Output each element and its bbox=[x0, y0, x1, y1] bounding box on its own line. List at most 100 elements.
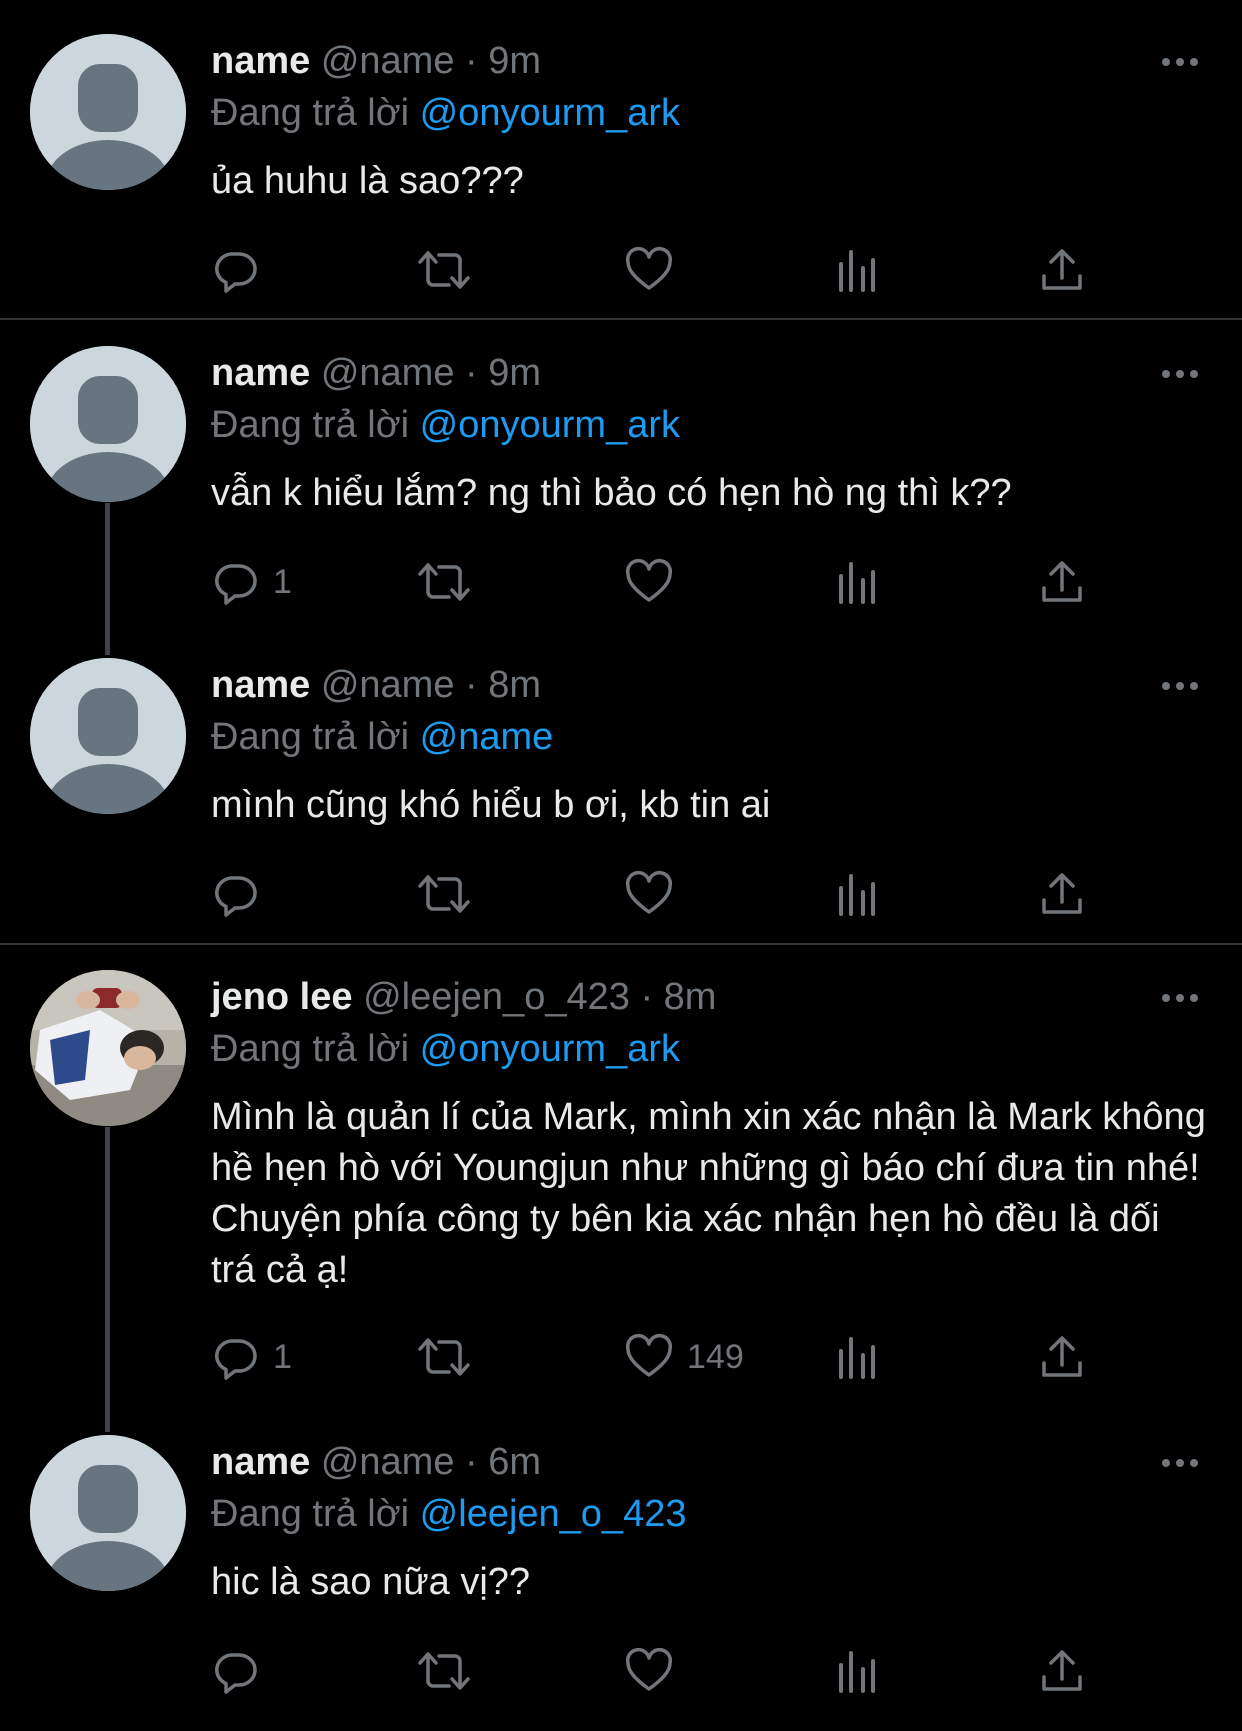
more-options-button[interactable] bbox=[1160, 1455, 1200, 1471]
reply-icon bbox=[215, 252, 257, 293]
retweet-icon bbox=[418, 1652, 470, 1690]
replying-to-label: Đang trả lời bbox=[211, 716, 410, 758]
like-count: 149 bbox=[687, 1337, 744, 1376]
handle[interactable]: @name bbox=[321, 352, 455, 394]
display-name[interactable]: name bbox=[211, 664, 310, 706]
heart-icon bbox=[625, 247, 673, 290]
reply-count: 1 bbox=[273, 562, 292, 601]
timestamp[interactable]: 9m bbox=[488, 40, 541, 82]
share-button[interactable] bbox=[1040, 1646, 1084, 1696]
timestamp[interactable]: 6m bbox=[488, 1441, 541, 1483]
reply-count: 1 bbox=[273, 1337, 292, 1376]
more-options-button[interactable] bbox=[1160, 366, 1200, 382]
analytics-button[interactable] bbox=[835, 869, 879, 919]
handle[interactable]: @leejen_o_423 bbox=[363, 976, 630, 1018]
tweet-divider bbox=[0, 943, 1242, 945]
tweet-text: Mình là quản lí của Mark, mình xin xác n… bbox=[211, 1096, 1206, 1291]
mention-link[interactable]: @leejen_o_423 bbox=[420, 1493, 687, 1535]
share-button[interactable] bbox=[1040, 557, 1084, 607]
reply-button[interactable] bbox=[211, 245, 273, 295]
heart-icon bbox=[625, 871, 673, 914]
like-button[interactable] bbox=[625, 869, 687, 919]
more-icon bbox=[1162, 682, 1198, 690]
avatar[interactable] bbox=[30, 34, 186, 190]
tweet[interactable]: name @name · 8m Đang trả lời @name mình … bbox=[0, 658, 1242, 928]
timestamp[interactable]: 8m bbox=[664, 976, 717, 1018]
avatar[interactable] bbox=[30, 970, 186, 1126]
separator-dot: · bbox=[465, 40, 478, 82]
retweet-button[interactable] bbox=[416, 1332, 486, 1382]
default-avatar-icon bbox=[30, 1435, 186, 1591]
tweet[interactable]: name @name · 9m Đang trả lời @onyourm_ar… bbox=[0, 34, 1242, 304]
display-name[interactable]: name bbox=[211, 1441, 310, 1483]
avatar[interactable] bbox=[30, 658, 186, 814]
more-icon bbox=[1162, 58, 1198, 66]
reply-button[interactable]: 1 bbox=[211, 557, 292, 607]
replying-to-label: Đang trả lời bbox=[211, 1028, 410, 1070]
more-options-button[interactable] bbox=[1160, 54, 1200, 70]
photo-avatar-icon bbox=[30, 970, 186, 1126]
retweet-icon bbox=[418, 563, 470, 601]
tweet[interactable]: name @name · 6m Đang trả lời @leejen_o_4… bbox=[0, 1435, 1242, 1705]
action-bar bbox=[211, 245, 1111, 295]
like-button[interactable] bbox=[625, 245, 687, 295]
reply-icon bbox=[215, 876, 257, 917]
timestamp[interactable]: 8m bbox=[488, 664, 541, 706]
display-name[interactable]: jeno lee bbox=[211, 976, 353, 1018]
analytics-icon bbox=[839, 1651, 875, 1693]
analytics-button[interactable] bbox=[835, 245, 879, 295]
separator-dot: · bbox=[465, 1441, 478, 1483]
reply-button[interactable] bbox=[211, 1646, 273, 1696]
action-bar: 1 149 bbox=[211, 1332, 1111, 1382]
retweet-button[interactable] bbox=[416, 245, 486, 295]
retweet-icon bbox=[418, 1338, 470, 1376]
reply-button[interactable] bbox=[211, 869, 273, 919]
avatar[interactable] bbox=[30, 346, 186, 502]
tweet[interactable]: name @name · 9m Đang trả lời @onyourm_ar… bbox=[0, 346, 1242, 616]
like-button[interactable] bbox=[625, 557, 687, 607]
tweet[interactable]: jeno lee @leejen_o_423 · 8m Đang trả lời… bbox=[0, 970, 1242, 1410]
tweet-text: mình cũng khó hiểu b ơi, kb tin ai bbox=[211, 784, 771, 826]
retweet-button[interactable] bbox=[416, 1646, 486, 1696]
tweet-header: name @name · 9m bbox=[211, 36, 541, 86]
mention-link[interactable]: @onyourm_ark bbox=[420, 404, 680, 446]
handle[interactable]: @name bbox=[321, 664, 455, 706]
handle[interactable]: @name bbox=[321, 1441, 455, 1483]
tweet-header: name @name · 8m bbox=[211, 660, 541, 710]
analytics-button[interactable] bbox=[835, 557, 879, 607]
replying-to-label: Đang trả lời bbox=[211, 1493, 410, 1535]
more-options-button[interactable] bbox=[1160, 990, 1200, 1006]
mention-link[interactable]: @name bbox=[420, 716, 554, 758]
analytics-button[interactable] bbox=[835, 1646, 879, 1696]
more-options-button[interactable] bbox=[1160, 678, 1200, 694]
more-icon bbox=[1162, 370, 1198, 378]
more-icon bbox=[1162, 1459, 1198, 1467]
share-icon bbox=[1042, 1336, 1082, 1377]
more-icon bbox=[1162, 994, 1198, 1002]
reply-icon bbox=[215, 1339, 257, 1380]
heart-icon bbox=[625, 559, 673, 602]
display-name[interactable]: name bbox=[211, 352, 310, 394]
separator-dot: · bbox=[465, 664, 478, 706]
action-bar: 1 bbox=[211, 557, 1111, 607]
share-button[interactable] bbox=[1040, 1332, 1084, 1382]
share-button[interactable] bbox=[1040, 245, 1084, 295]
timestamp[interactable]: 9m bbox=[488, 352, 541, 394]
tweet-header: name @name · 6m bbox=[211, 1437, 541, 1487]
avatar[interactable] bbox=[30, 1435, 186, 1591]
analytics-button[interactable] bbox=[835, 1332, 879, 1382]
display-name[interactable]: name bbox=[211, 40, 310, 82]
replying-to-label: Đang trả lời bbox=[211, 92, 410, 134]
share-button[interactable] bbox=[1040, 869, 1084, 919]
retweet-button[interactable] bbox=[416, 869, 486, 919]
mention-link[interactable]: @onyourm_ark bbox=[420, 1028, 680, 1070]
replying-to-label: Đang trả lời bbox=[211, 404, 410, 446]
mention-link[interactable]: @onyourm_ark bbox=[420, 92, 680, 134]
like-button[interactable] bbox=[625, 1646, 687, 1696]
analytics-icon bbox=[839, 562, 875, 604]
retweet-button[interactable] bbox=[416, 557, 486, 607]
separator-dot: · bbox=[465, 352, 478, 394]
handle[interactable]: @name bbox=[321, 40, 455, 82]
reply-button[interactable]: 1 bbox=[211, 1332, 292, 1382]
like-button[interactable]: 149 bbox=[625, 1332, 744, 1382]
